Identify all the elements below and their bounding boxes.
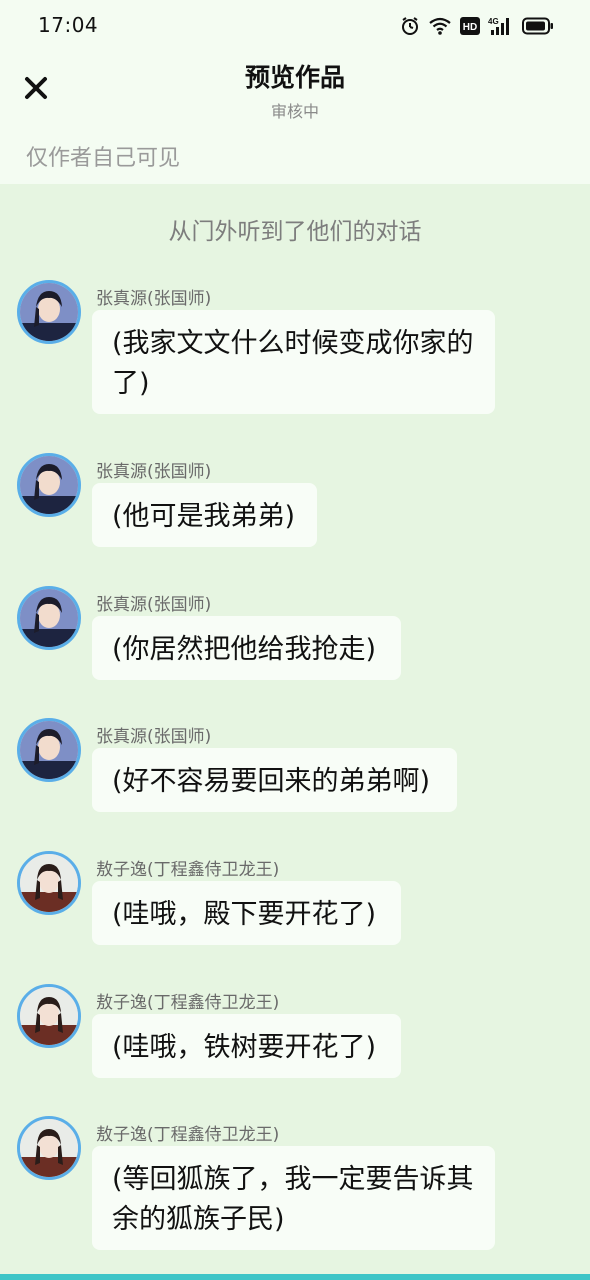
- status-bar: 17:04 HD 4G: [0, 0, 590, 52]
- signal-4g-icon: 4G: [488, 16, 514, 36]
- message-bubble: (你居然把他给我抢走): [92, 616, 401, 680]
- avatar[interactable]: [17, 851, 81, 915]
- status-time: 17:04: [38, 13, 99, 37]
- review-status: 审核中: [270, 102, 319, 121]
- avatar[interactable]: [17, 718, 81, 782]
- sender-name: 张真源(张国师): [96, 462, 212, 482]
- avatar[interactable]: [17, 453, 81, 517]
- hd-icon: HD: [460, 17, 480, 35]
- sender-name: 张真源(张国师): [96, 595, 212, 615]
- battery-icon: [522, 17, 554, 35]
- page-title: 预览作品: [244, 63, 345, 92]
- bottom-strip: [0, 1274, 590, 1280]
- sender-name: 张真源(张国师): [96, 727, 212, 747]
- sender-name: 敖子逸(丁程鑫侍卫龙王): [96, 993, 280, 1013]
- sender-name: 张真源(张国师): [96, 289, 212, 309]
- svg-text:HD: HD: [463, 22, 477, 33]
- sender-name: 敖子逸(丁程鑫侍卫龙王): [96, 1125, 280, 1145]
- message-bubble: (他可是我弟弟): [92, 483, 317, 547]
- message-bubble: (哇哦，铁树要开花了): [92, 1014, 401, 1078]
- svg-text:4G: 4G: [488, 17, 499, 26]
- avatar[interactable]: [17, 1116, 81, 1180]
- sender-name: 敖子逸(丁程鑫侍卫龙王): [96, 860, 280, 880]
- status-icons: HD 4G: [400, 15, 554, 37]
- visibility-note: 仅作者自己可见: [26, 146, 181, 171]
- message-bubble: (好不容易要回来的弟弟啊): [92, 748, 457, 812]
- scene-caption: 从门外听到了他们的对话: [168, 219, 422, 245]
- message-bubble: (等回狐族了，我一定要告诉其余的狐族子民): [92, 1146, 495, 1250]
- message-bubble: (哇哦，殿下要开花了): [92, 881, 401, 945]
- wifi-icon: [428, 16, 452, 36]
- avatar[interactable]: [17, 586, 81, 650]
- avatar[interactable]: [17, 280, 81, 344]
- message-bubble: (我家文文什么时候变成你家的了): [92, 310, 495, 414]
- avatar[interactable]: [17, 984, 81, 1048]
- alarm-icon: [400, 16, 420, 36]
